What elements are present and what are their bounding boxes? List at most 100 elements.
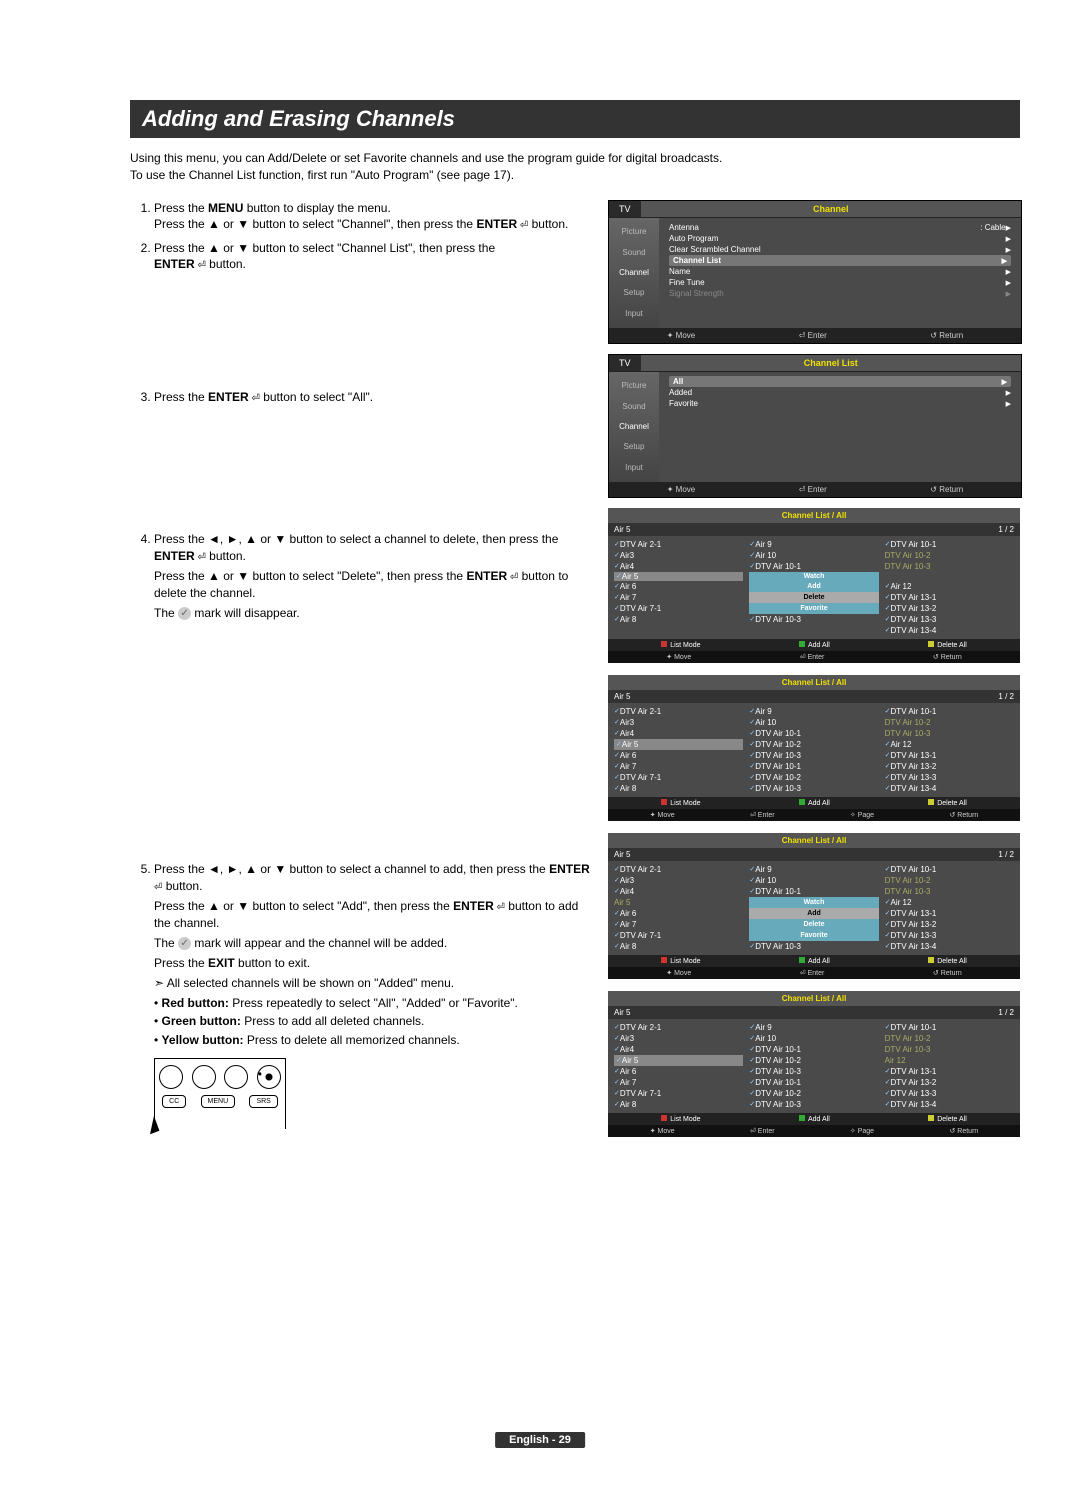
channel-cell: DTV Air 10-3 <box>749 941 878 952</box>
channel-cell: DTV Air 13-2 <box>885 761 1014 772</box>
channel-cell: DTV Air 10-3 <box>749 1099 878 1110</box>
channel-cell: Air 5 <box>614 1055 743 1066</box>
tv-menu-channel: TVChannel PictureSoundChannelSetupInput … <box>608 200 1022 344</box>
channel-cell: Air 7 <box>614 761 743 772</box>
channel-cell: DTV Air 10-1 <box>885 539 1014 550</box>
channel-cell: Air 10 <box>749 717 878 728</box>
tv-menu-channel-list: TVChannel List PictureSoundChannelSetupI… <box>608 354 1022 498</box>
channel-cell: DTV Air 10-2 <box>885 875 1014 886</box>
channel-cell: DTV Air 10-2 <box>885 717 1014 728</box>
tv-side-tab: Sound <box>622 402 645 411</box>
check-icon: ✓ <box>178 607 191 620</box>
tv-side-tab: Input <box>625 309 643 318</box>
tv-menu-row: Name <box>669 266 1011 277</box>
channel-cell: DTV Air 10-3 <box>749 1066 878 1077</box>
channel-cell: Air4 <box>614 728 743 739</box>
channel-cell: DTV Air 13-4 <box>885 1099 1014 1110</box>
step-4: Press the ◄, ►, ▲ or ▼ button to select … <box>154 531 590 855</box>
channel-cell: DTV Air 13-4 <box>885 941 1014 952</box>
channel-cell: Air 9 <box>749 1022 878 1033</box>
channel-cell: Air3 <box>614 550 743 561</box>
channel-cell: DTV Air 10-1 <box>749 728 878 739</box>
channel-cell: DTV Air 13-3 <box>885 614 1014 625</box>
channel-cell: Air3 <box>614 875 743 886</box>
channel-cell: Air 12 <box>885 1055 1014 1066</box>
tv-menu-row: Antenna: Cable <box>669 222 1011 233</box>
channel-list-box: Channel List / AllAir 51 / 2DTV Air 2-1A… <box>608 991 1020 1137</box>
channel-list-box: Channel List / AllAir 51 / 2DTV Air 2-1A… <box>608 833 1020 979</box>
page-title: Adding and Erasing Channels <box>130 100 1020 138</box>
channel-cell: Air3 <box>614 1033 743 1044</box>
channel-cell: DTV Air 13-2 <box>885 919 1014 930</box>
channel-cell: Air 6 <box>614 1066 743 1077</box>
intro-line-1: Using this menu, you can Add/Delete or s… <box>130 151 722 165</box>
channel-cell: DTV Air 10-2 <box>885 550 1014 561</box>
tv-side-tab: Picture <box>622 381 647 390</box>
channel-cell: DTV Air 10-3 <box>885 886 1014 897</box>
channel-cell: Favorite <box>749 930 878 941</box>
channel-cell: Watch <box>749 897 878 908</box>
channel-cell: Air3 <box>614 717 743 728</box>
channel-cell: Air 7 <box>614 592 743 603</box>
channel-cell: DTV Air 10-2 <box>749 739 878 750</box>
channel-cell: DTV Air 10-1 <box>749 1044 878 1055</box>
channel-cell: DTV Air 10-1 <box>749 886 878 897</box>
channel-cell: DTV Air 13-1 <box>885 750 1014 761</box>
channel-cell: Air 6 <box>614 908 743 919</box>
channel-cell: DTV Air 10-3 <box>885 728 1014 739</box>
channel-cell: Air 6 <box>614 581 743 592</box>
channel-cell: DTV Air 10-3 <box>885 561 1014 572</box>
channel-cell: DTV Air 13-2 <box>885 603 1014 614</box>
channel-cell: Air 12 <box>885 739 1014 750</box>
tv-side-tab: Channel <box>619 268 649 277</box>
channel-cell: DTV Air 10-2 <box>749 772 878 783</box>
channel-cell: DTV Air 10-3 <box>749 750 878 761</box>
tv-side-tab: Channel <box>619 422 649 431</box>
channel-cell: Air 9 <box>749 539 878 550</box>
step-2: Press the ▲ or ▼ button to select "Chann… <box>154 240 590 383</box>
channel-cell: DTV Air 13-3 <box>885 1088 1014 1099</box>
channel-cell: DTV Air 2-1 <box>614 539 743 550</box>
channel-cell: DTV Air 10-2 <box>749 1088 878 1099</box>
channel-cell: DTV Air 13-3 <box>885 930 1014 941</box>
tv-menu-row: Auto Program <box>669 233 1011 244</box>
channel-cell: DTV Air 10-2 <box>749 1055 878 1066</box>
channel-cell: DTV Air 10-3 <box>749 783 878 794</box>
tv-menu-row: Signal Strength <box>669 288 1011 299</box>
channel-cell: Air 8 <box>614 1099 743 1110</box>
tv-side-tab: Input <box>625 463 643 472</box>
channel-cell <box>885 572 1014 581</box>
channel-cell: Air4 <box>614 886 743 897</box>
channel-cell: Air4 <box>614 561 743 572</box>
channel-cell: Add <box>749 908 878 919</box>
channel-cell: DTV Air 7-1 <box>614 1088 743 1099</box>
step-1: Press the MENU button to display the men… <box>154 200 590 233</box>
check-icon: ✓ <box>178 937 191 950</box>
channel-cell: DTV Air 2-1 <box>614 864 743 875</box>
tv-side-tab: Sound <box>622 248 645 257</box>
channel-cell: DTV Air 10-3 <box>749 614 878 625</box>
channel-cell: Air 10 <box>749 875 878 886</box>
channel-cell: Favorite <box>749 603 878 614</box>
channel-cell: DTV Air 10-1 <box>749 1077 878 1088</box>
channel-cell: Air 5 <box>614 897 743 908</box>
intro-line-2: To use the Channel List function, first … <box>130 168 514 182</box>
step-3: Press the ENTER button to select "All". <box>154 389 590 526</box>
tv-side-tab: Picture <box>622 227 647 236</box>
channel-cell: Air 10 <box>749 550 878 561</box>
channel-cell: DTV Air 10-1 <box>885 706 1014 717</box>
page-number: English - 29 <box>495 1432 585 1448</box>
channel-cell: DTV Air 13-4 <box>885 625 1014 636</box>
channel-cell: DTV Air 13-1 <box>885 592 1014 603</box>
tv-menu-row: Fine Tune <box>669 277 1011 288</box>
tv-side-tab: Setup <box>624 288 645 297</box>
tv-menu-row: All <box>669 376 1011 387</box>
channel-cell: Air 9 <box>749 864 878 875</box>
channel-cell: Air 9 <box>749 706 878 717</box>
channel-cell: DTV Air 13-2 <box>885 1077 1014 1088</box>
remote-illustration: CC MENU SRS <box>154 1058 286 1129</box>
tv-menu-row: Channel List <box>669 255 1011 266</box>
channel-cell: Air 10 <box>749 1033 878 1044</box>
channel-cell: DTV Air 13-4 <box>885 783 1014 794</box>
channel-cell: Watch <box>749 572 878 581</box>
